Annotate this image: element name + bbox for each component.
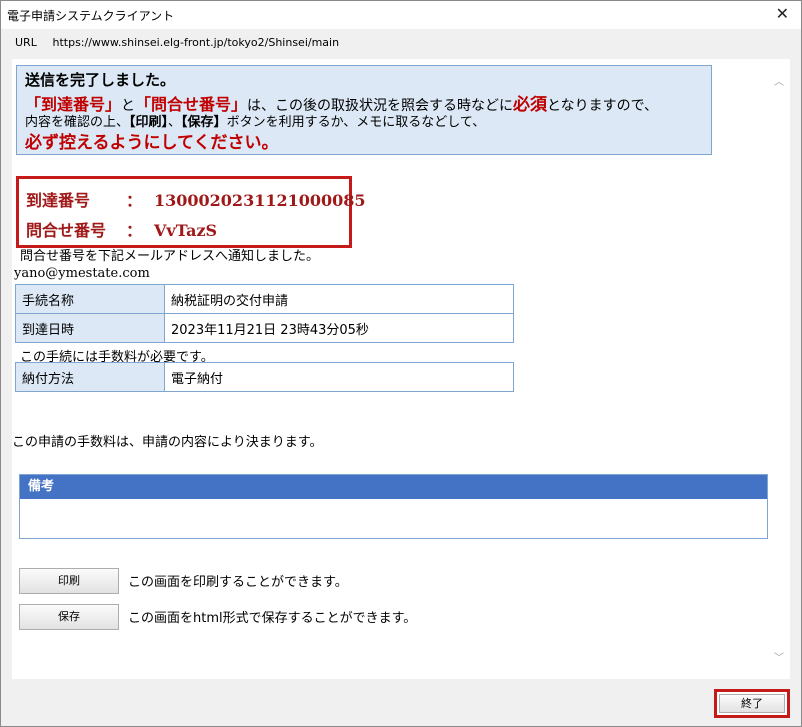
- table-row: 手続名称 納税証明の交付申請: [15, 284, 514, 314]
- arrival-date-label: 到達日時: [15, 313, 165, 343]
- url-row: URL https://www.shinsei.elg-front.jp/tok…: [15, 36, 339, 49]
- email-notice: 問合せ番号を下記メールアドレスへ通知しました。: [20, 249, 320, 264]
- fee-determination-text: この申請の手数料は、申請の内容により決まります。: [12, 435, 323, 450]
- arrival-number-value: 1300020231121000085: [154, 191, 366, 210]
- table-row: 到達日時 2023年11月21日 23時43分05秒: [15, 313, 514, 343]
- arrival-colon: ：: [126, 191, 143, 210]
- title-bar: 電子申請システムクライアント ✕: [1, 1, 801, 29]
- remarks-panel: 備考: [19, 474, 768, 539]
- procedure-name-value: 納税証明の交付申請: [164, 284, 514, 314]
- arrival-number-label: 到達番号: [26, 191, 91, 210]
- window-title: 電子申請システムクライアント: [7, 9, 175, 23]
- table-row: 納付方法 電子納付: [15, 362, 514, 392]
- main-content[interactable]: ︿ ﹀ 送信を完了しました。 「到達番号」と「問合せ番号」は、この後の取扱状況を…: [12, 59, 790, 679]
- id-box: 到達番号 ： 1300020231121000085 問合せ番号 ： VvTazS: [16, 176, 366, 248]
- inquiry-number-label: 問合せ番号: [26, 221, 107, 240]
- scroll-up-icon[interactable]: ︿: [774, 73, 784, 88]
- inquiry-number-row: 問合せ番号 ： VvTazS: [26, 217, 218, 240]
- procedure-name-label: 手続名称: [15, 284, 165, 314]
- remarks-header: 備考: [20, 475, 767, 499]
- payment-method-label: 納付方法: [15, 362, 165, 392]
- notice-heading: 送信を完了しました。: [25, 71, 176, 89]
- url-value: https://www.shinsei.elg-front.jp/tokyo2/…: [52, 36, 340, 49]
- completion-notice: 送信を完了しました。 「到達番号」と「問合せ番号」は、この後の取扱状況を照会する…: [16, 65, 712, 155]
- save-description: この画面をhtml形式で保存することができます。: [128, 611, 417, 626]
- print-button[interactable]: 印刷: [19, 568, 119, 594]
- email-address: yano@ymestate.com: [14, 266, 150, 281]
- scroll-down-icon[interactable]: ﹀: [774, 649, 784, 664]
- exit-button[interactable]: 終了: [719, 694, 785, 713]
- app-window: 電子申請システムクライアント ✕ URL https://www.shinsei…: [0, 0, 802, 727]
- inquiry-colon: ：: [126, 221, 143, 240]
- arrival-date-value: 2023年11月21日 23時43分05秒: [164, 313, 514, 343]
- exit-highlight: 終了: [714, 689, 790, 718]
- inquiry-number-value: VvTazS: [154, 221, 218, 240]
- url-label: URL: [15, 36, 37, 49]
- payment-method-value: 電子納付: [164, 362, 514, 392]
- notice-text: となりますので、: [547, 98, 659, 114]
- save-button[interactable]: 保存: [19, 604, 119, 630]
- print-description: この画面を印刷することができます。: [128, 575, 348, 590]
- close-icon[interactable]: ✕: [776, 4, 789, 23]
- notice-required-term: 必須: [513, 95, 548, 115]
- payment-table: 納付方法 電子納付: [15, 362, 514, 392]
- procedure-table: 手続名称 納税証明の交付申請 到達日時 2023年11月21日 23時43分05…: [15, 284, 514, 343]
- arrival-number-row: 到達番号 ： 1300020231121000085: [26, 187, 366, 210]
- notice-warning: 必ず控えるようにしてください。: [25, 133, 279, 153]
